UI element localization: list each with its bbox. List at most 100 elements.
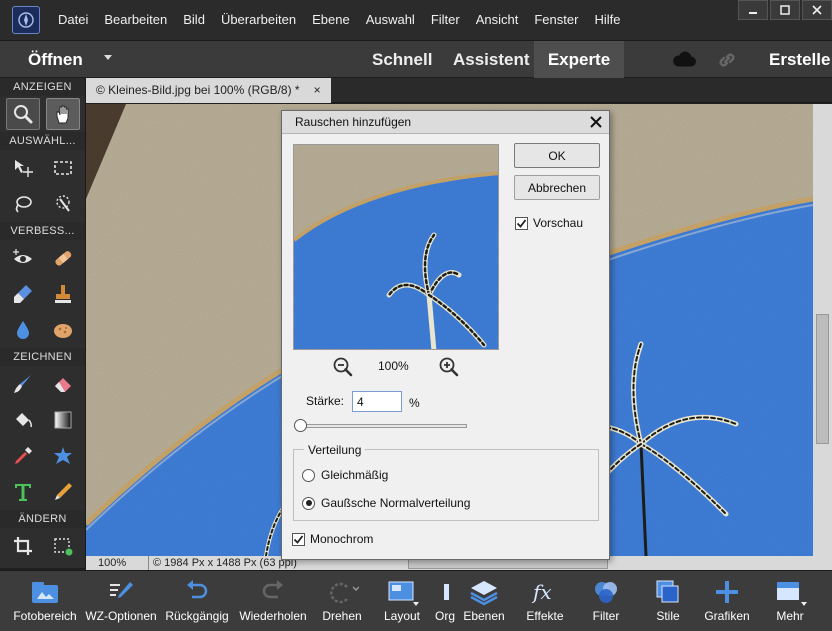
magic-wand-tool[interactable] (46, 188, 80, 220)
gradient-icon (54, 411, 71, 429)
more-button[interactable]: Mehr (770, 575, 810, 623)
smart-brush-tool[interactable] (6, 278, 40, 310)
menu-hilfe[interactable]: Hilfe (586, 0, 628, 40)
radio-gaussian[interactable]: Gaußsche Normalverteilung (302, 496, 470, 510)
menu-bearbeiten[interactable]: Bearbeiten (96, 0, 175, 40)
filter-preview[interactable] (293, 144, 499, 350)
preview-checkbox-box[interactable] (515, 216, 528, 230)
eraser-icon (54, 378, 71, 392)
crop-icon (13, 537, 32, 555)
rotate-button[interactable]: Drehen (316, 575, 368, 623)
document-tab-close-button[interactable]: × (314, 78, 321, 103)
zoom-in-button[interactable] (438, 356, 460, 381)
tab-assistent[interactable]: Assistent (443, 41, 540, 78)
maximize-button[interactable] (770, 0, 800, 20)
filter-button[interactable]: Filter (584, 575, 628, 623)
menu-bar: Datei Bearbeiten Bild Überarbeiten Ebene… (0, 0, 832, 40)
gradient-tool[interactable] (46, 404, 80, 436)
eraser-tool[interactable] (46, 368, 80, 400)
red-eye-tool[interactable] (6, 242, 40, 274)
app-logo[interactable] (12, 6, 40, 34)
menu-ansicht[interactable]: Ansicht (468, 0, 527, 40)
blur-tool[interactable] (6, 314, 40, 346)
menu-filter[interactable]: Filter (423, 0, 468, 40)
maximize-icon (780, 5, 790, 15)
menu-fenster[interactable]: Fenster (526, 0, 586, 40)
styles-button[interactable]: Stile (648, 575, 688, 623)
amount-slider-track[interactable] (300, 424, 467, 428)
close-window-button[interactable] (802, 0, 832, 20)
undo-label: Rückgängig (165, 609, 229, 623)
layout-button[interactable]: Layout (380, 575, 424, 623)
tab-experte[interactable]: Experte (534, 41, 624, 78)
eyedropper-tool[interactable] (6, 440, 40, 472)
radio-uniform[interactable]: Gleichmäßig (302, 468, 388, 482)
crop-tool[interactable] (6, 530, 40, 562)
photo-bin-button[interactable]: Fotobereich (10, 575, 80, 623)
tab-schnell[interactable]: Schnell (362, 41, 442, 78)
shape-icon (53, 447, 72, 464)
graphics-button[interactable]: Grafiken (702, 575, 752, 623)
preview-checkbox[interactable]: Vorschau (515, 216, 583, 230)
dialog-titlebar[interactable]: Rauschen hinzufügen (282, 111, 609, 134)
brush-tool[interactable] (6, 368, 40, 400)
menu-datei[interactable]: Datei (50, 0, 96, 40)
recompose-tool[interactable] (46, 530, 80, 562)
vertical-scrollbar-thumb[interactable] (816, 314, 829, 444)
link-icon[interactable] (716, 50, 738, 70)
monochrome-checkbox-box[interactable] (292, 532, 305, 546)
minimize-button[interactable] (738, 0, 768, 20)
document-tab[interactable]: © Kleines-Bild.jpg bei 100% (RGB/8) * × (86, 78, 331, 103)
paint-bucket-tool[interactable] (6, 404, 40, 436)
cloud-icon[interactable] (672, 51, 696, 67)
redo-icon (262, 580, 283, 599)
menu-ebene[interactable]: Ebene (304, 0, 358, 40)
pencil-tool[interactable] (46, 476, 80, 508)
open-dropdown-icon[interactable] (104, 55, 112, 60)
text-tool[interactable] (6, 476, 40, 508)
amount-slider-thumb[interactable] (294, 419, 307, 432)
sponge-icon (53, 324, 72, 338)
zoom-out-button[interactable] (332, 356, 354, 381)
redo-button[interactable]: Wiederholen (236, 575, 310, 623)
cancel-button[interactable]: Abbrechen (514, 175, 600, 200)
quick-select-icon (55, 195, 70, 212)
radio-uniform-dot[interactable] (302, 468, 315, 482)
monochrome-checkbox[interactable]: Monochrom (292, 532, 373, 546)
layers-button[interactable]: Ebenen (461, 575, 507, 623)
custom-shape-tool[interactable] (46, 440, 80, 472)
tool-options-button[interactable]: WZ-Optionen (82, 575, 160, 623)
menu-bild[interactable]: Bild (175, 0, 213, 40)
open-button[interactable]: Öffnen (28, 41, 83, 78)
checkmark-icon (293, 534, 304, 544)
zoom-status[interactable]: 100% (98, 556, 126, 570)
clone-stamp-tool[interactable] (46, 278, 80, 310)
menu-auswahl[interactable]: Auswahl (358, 0, 423, 40)
menu-ueberarbeiten[interactable]: Überarbeiten (213, 0, 304, 40)
redo-label: Wiederholen (239, 609, 307, 623)
undo-button[interactable]: Rückgängig (162, 575, 232, 623)
ok-button[interactable]: OK (514, 143, 600, 168)
amount-input[interactable] (352, 391, 402, 412)
dialog-close-button[interactable] (587, 113, 605, 131)
healing-tool[interactable] (46, 242, 80, 274)
monochrome-checkbox-label: Monochrom (310, 532, 374, 546)
move-tool[interactable] (6, 152, 40, 184)
section-select: AUSWÄHL... (0, 132, 85, 150)
eyedropper-icon (14, 447, 32, 464)
move-icon (14, 160, 33, 177)
sponge-tool[interactable] (46, 314, 80, 346)
section-draw: ZEICHNEN (0, 348, 85, 366)
create-button[interactable]: Erstelle (769, 41, 830, 78)
more-icon (777, 582, 807, 606)
hand-tool[interactable] (45, 98, 80, 130)
lasso-tool[interactable] (6, 188, 40, 220)
section-enhance: VERBESS... (0, 222, 85, 240)
vertical-scrollbar[interactable] (813, 104, 832, 556)
stamp-icon (54, 285, 71, 303)
effects-button[interactable]: fx Effekte (521, 575, 569, 623)
zoom-tool[interactable] (5, 98, 40, 130)
organizer-button[interactable]: Org (434, 575, 456, 623)
radio-gaussian-dot[interactable] (302, 496, 315, 510)
marquee-tool[interactable] (46, 152, 80, 184)
